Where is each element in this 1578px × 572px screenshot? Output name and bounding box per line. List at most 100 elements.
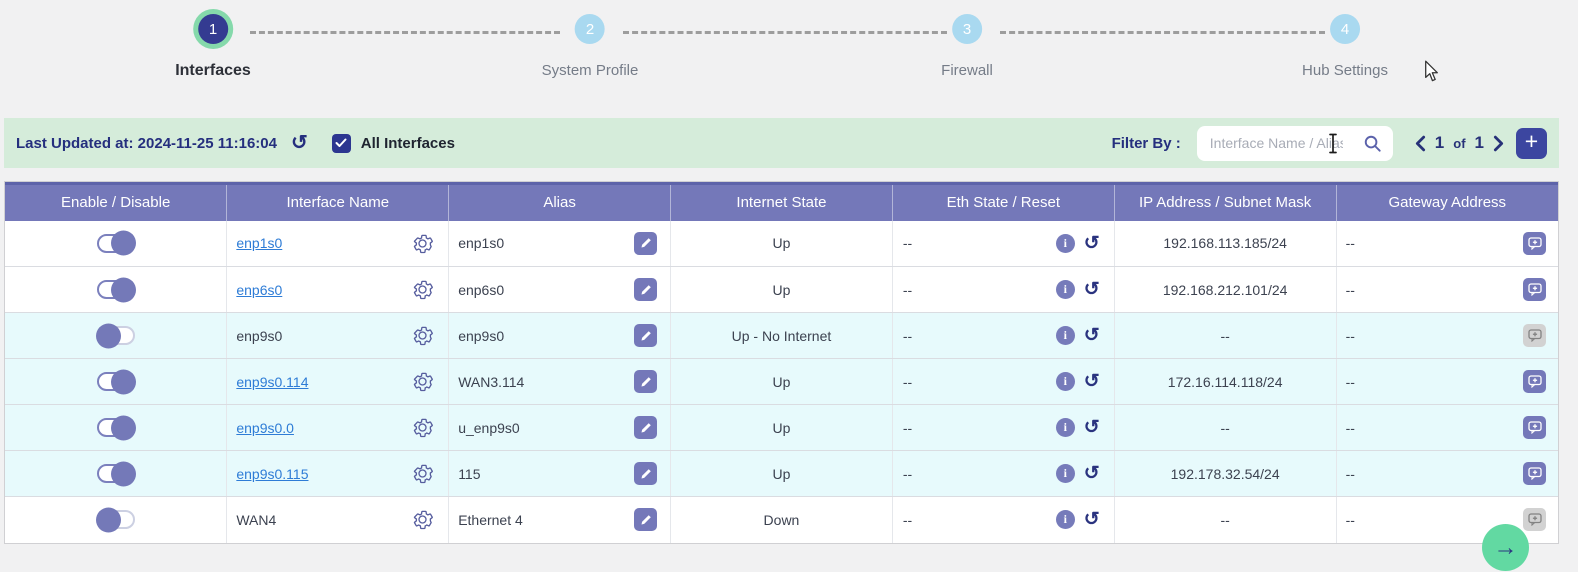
gateway-cell: -- <box>1336 221 1558 267</box>
gateway-edit-button[interactable] <box>1523 416 1546 439</box>
settings-gear-icon[interactable] <box>412 417 433 438</box>
settings-gear-icon[interactable] <box>412 233 433 254</box>
pencil-icon <box>640 237 652 249</box>
eth-state-cell: -- i ↺ <box>892 359 1114 405</box>
step-label: Firewall <box>941 62 993 79</box>
enable-toggle[interactable] <box>97 464 135 483</box>
edit-alias-button[interactable] <box>634 370 657 393</box>
step-number: 2 <box>575 14 605 44</box>
reset-icon[interactable]: ↺ <box>1084 280 1100 299</box>
eth-state-value: -- <box>903 328 912 344</box>
enable-toggle[interactable] <box>97 418 135 437</box>
eth-state-value: -- <box>903 420 912 436</box>
info-icon[interactable]: i <box>1056 326 1075 345</box>
edit-alias-button[interactable] <box>634 416 657 439</box>
settings-gear-icon[interactable] <box>412 463 433 484</box>
ip-address-text: 192.168.113.185/24 <box>1163 235 1287 251</box>
info-icon[interactable]: i <box>1056 464 1075 483</box>
enable-toggle[interactable] <box>97 372 135 391</box>
interface-name-link[interactable]: WAN4 <box>236 512 276 528</box>
enable-toggle[interactable] <box>97 280 135 299</box>
toggle-knob <box>111 231 136 256</box>
filter-input[interactable] <box>1197 126 1347 161</box>
gateway-cell: -- <box>1336 359 1558 405</box>
table-header-row: Enable / Disable Interface Name Alias In… <box>5 184 1558 221</box>
info-icon[interactable]: i <box>1056 234 1075 253</box>
alias-cell: enp6s0 <box>449 267 671 313</box>
column-header-gateway: Gateway Address <box>1336 184 1558 221</box>
alias-text: Ethernet 4 <box>458 512 523 528</box>
step-label: Interfaces <box>175 62 251 80</box>
step-firewall[interactable]: 3 Firewall <box>941 14 993 79</box>
edit-alias-button[interactable] <box>634 462 657 485</box>
toggle-knob <box>96 323 121 348</box>
toggle-knob <box>96 507 121 532</box>
settings-gear-icon[interactable] <box>412 371 433 392</box>
enable-toggle[interactable] <box>97 326 135 345</box>
gateway-edit-button[interactable] <box>1523 278 1546 301</box>
gateway-edit-button[interactable] <box>1523 232 1546 255</box>
reset-icon[interactable]: ↺ <box>1084 510 1100 529</box>
enable-disable-cell <box>5 267 227 313</box>
info-icon[interactable]: i <box>1056 418 1075 437</box>
internet-state-cell: Up <box>671 267 893 313</box>
interface-name-link[interactable]: enp6s0 <box>236 282 282 298</box>
page-prev-icon[interactable] <box>1415 135 1426 152</box>
page-next-icon[interactable] <box>1493 135 1504 152</box>
step-label: System Profile <box>542 62 639 79</box>
settings-gear-icon[interactable] <box>412 325 433 346</box>
gateway-edit-button[interactable] <box>1523 370 1546 393</box>
edit-alias-button[interactable] <box>634 324 657 347</box>
gateway-edit-button[interactable] <box>1523 508 1546 531</box>
column-header-internet-state: Internet State <box>671 184 893 221</box>
enable-toggle[interactable] <box>97 510 135 529</box>
ip-address-text: 192.178.32.54/24 <box>1171 466 1280 482</box>
eth-state-cell: -- i ↺ <box>892 405 1114 451</box>
interface-name-link[interactable]: enp1s0 <box>236 235 282 251</box>
step-system-profile[interactable]: 2 System Profile <box>542 14 639 79</box>
toolbar-right: Filter By : 1 of 1 <box>1112 126 1547 161</box>
internet-state-cell: Up <box>671 221 893 267</box>
next-button[interactable]: → <box>1482 524 1529 571</box>
enable-toggle[interactable] <box>97 234 135 253</box>
edit-alias-button[interactable] <box>634 278 657 301</box>
interface-name-link[interactable]: enp9s0.0 <box>236 420 294 436</box>
all-interfaces-checkbox[interactable] <box>332 134 351 153</box>
gateway-value: -- <box>1346 235 1355 251</box>
stepper-connector <box>1000 31 1325 34</box>
edit-alias-button[interactable] <box>634 232 657 255</box>
interface-name-link[interactable]: enp9s0.114 <box>236 374 308 390</box>
step-hub-settings[interactable]: 4 Hub Settings <box>1302 14 1388 79</box>
table-row: enp9s0.114 WAN3.114 Up -- <box>5 359 1558 405</box>
eth-state-cell: -- i ↺ <box>892 313 1114 359</box>
internet-state-text: Up - No Internet <box>732 328 832 344</box>
settings-gear-icon[interactable] <box>412 279 433 300</box>
add-interface-button[interactable]: + <box>1516 128 1547 159</box>
internet-state-cell: Down <box>671 497 893 543</box>
alias-cell: WAN3.114 <box>449 359 671 405</box>
settings-gear-icon[interactable] <box>412 509 433 530</box>
gateway-edit-button[interactable] <box>1523 324 1546 347</box>
gateway-value: -- <box>1346 282 1355 298</box>
reset-icon[interactable]: ↺ <box>1084 326 1100 345</box>
reset-icon[interactable]: ↺ <box>1084 234 1100 253</box>
reset-icon[interactable]: ↺ <box>1084 418 1100 437</box>
internet-state-text: Up <box>773 420 791 436</box>
search-icon[interactable] <box>1363 134 1382 158</box>
info-icon[interactable]: i <box>1056 280 1075 299</box>
alias-text: enp9s0 <box>458 328 504 344</box>
enable-disable-cell <box>5 497 227 543</box>
step-interfaces[interactable]: 1 Interfaces <box>175 14 251 80</box>
info-icon[interactable]: i <box>1056 510 1075 529</box>
bubble-plus-icon <box>1528 375 1542 388</box>
refresh-icon[interactable]: ↺ <box>291 133 308 153</box>
gateway-edit-button[interactable] <box>1523 462 1546 485</box>
reset-icon[interactable]: ↺ <box>1084 464 1100 483</box>
info-icon[interactable]: i <box>1056 372 1075 391</box>
ip-address-cell: 192.168.113.185/24 <box>1114 221 1336 267</box>
reset-icon[interactable]: ↺ <box>1084 372 1100 391</box>
interface-name-link[interactable]: enp9s0 <box>236 328 282 344</box>
gateway-value: -- <box>1346 420 1355 436</box>
edit-alias-button[interactable] <box>634 508 657 531</box>
interface-name-link[interactable]: enp9s0.115 <box>236 466 308 482</box>
